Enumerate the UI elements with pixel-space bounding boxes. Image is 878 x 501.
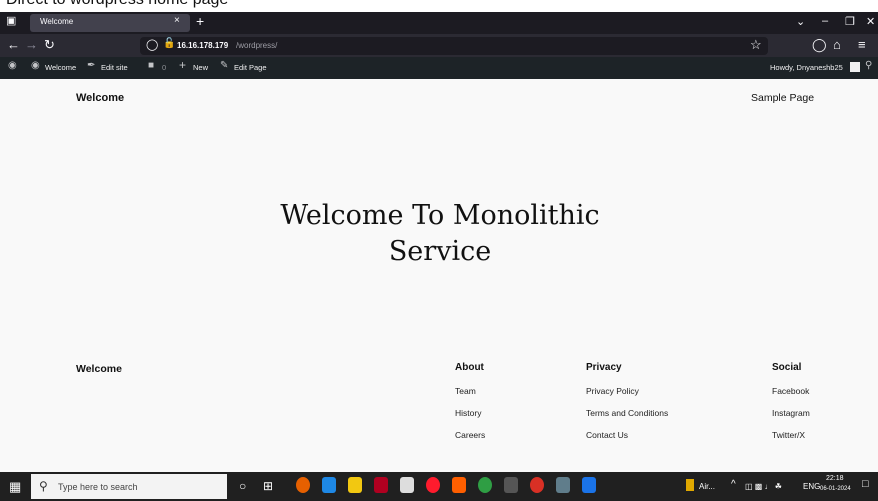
insecure-lock-icon[interactable]: 🔓 [163,38,175,49]
restore-icon[interactable]: ❐ [845,15,855,28]
search-placeholder: Type here to search [58,482,138,492]
hero-line-1: Welcome To Monolithic [280,200,600,231]
office-icon[interactable] [452,477,466,493]
tray-chevron-icon[interactable]: ^ [731,479,736,490]
footer-site-title[interactable]: Welcome [76,363,122,375]
tray-icons[interactable]: ◫ ▩ ♩ ☘ [745,482,782,491]
footer-link-terms[interactable]: Terms and Conditions [586,408,668,418]
back-icon[interactable]: ← [7,37,20,52]
url-host: 16.16.178.179 [177,41,229,50]
reload-icon[interactable]: ↻ [44,37,55,53]
task-view-icon[interactable]: ⊞ [263,479,273,493]
edit-site-link[interactable]: Edit site [101,63,128,72]
footer-link-team[interactable]: Team [455,386,476,396]
footer-link-instagram[interactable]: Instagram [772,408,810,418]
search-icon[interactable]: ⚲ [865,60,872,71]
clock-time[interactable]: 22:18 [826,475,844,482]
url-path: /wordpress/ [236,41,278,50]
weather-label[interactable]: Air... [699,482,715,491]
footer-heading-privacy: Privacy [586,362,622,373]
close-window-icon[interactable]: ✕ [866,15,875,28]
brush-icon: ✒ [87,60,96,71]
wp-admin-bar [0,57,878,79]
hero-heading: Welcome To Monolithic Service [240,198,640,270]
shield-icon[interactable]: ◯ [146,38,158,51]
tab-close-button[interactable]: × [174,15,180,26]
footer-heading-social: Social [772,362,802,373]
url-bar[interactable] [140,37,768,55]
forward-icon[interactable]: → [25,37,38,52]
opera-icon[interactable] [426,477,440,493]
extensions-icon[interactable]: ⌂ [833,37,841,52]
footer-heading-about: About [455,362,484,373]
footer-link-contact[interactable]: Contact Us [586,430,628,440]
clock-date[interactable]: 06-01-2024 [820,486,851,492]
edit-page-link[interactable]: Edit Page [234,63,267,72]
chrome-profile-icon[interactable] [530,477,544,493]
minimize-icon[interactable]: – [822,15,828,27]
store-icon[interactable] [322,477,336,493]
search-icon: ⚲ [39,479,48,493]
nav-sample-page[interactable]: Sample Page [751,92,814,104]
app-icon[interactable] [504,477,518,493]
pencil-icon: ✎ [220,60,229,71]
footer-link-careers[interactable]: Careers [455,430,485,440]
site-title[interactable]: Welcome [76,92,124,104]
comments-icon[interactable]: ■ [148,60,154,71]
windows-start-icon[interactable]: ▦ [9,479,21,495]
footer-link-history[interactable]: History [455,408,481,418]
page-canvas [0,79,878,472]
app-icon[interactable] [556,477,570,493]
site-icon: ◉ [31,60,40,71]
tab-overview-icon[interactable]: ▣ [6,14,16,27]
chrome-icon[interactable] [478,477,492,493]
mail-icon[interactable] [582,477,596,493]
new-tab-button[interactable]: + [196,13,204,29]
list-tabs-icon[interactable]: ⌄ [796,15,805,28]
new-content-link[interactable]: New [193,63,208,72]
avatar[interactable] [850,62,860,72]
tab-title: Welcome [40,17,74,26]
footer-link-facebook[interactable]: Facebook [772,386,809,396]
admin-site-link[interactable]: Welcome [45,63,76,72]
plus-icon: + [179,58,187,72]
bookmark-star-icon[interactable]: ☆ [750,37,762,53]
hero-line-2: Service [388,236,492,267]
firefox-icon[interactable] [296,477,310,493]
comments-count: 0 [162,63,167,72]
weather-icon[interactable] [686,479,694,491]
screenshot-caption: Direct to wordpress home page [0,0,878,12]
language-indicator[interactable]: ENG [803,482,820,491]
footer-link-twitter[interactable]: Twitter/X [772,430,805,440]
menu-icon[interactable]: ≡ [858,37,866,52]
caption-text: Direct to wordpress home page [6,0,228,9]
app-icon[interactable] [400,477,414,493]
pocket-icon[interactable]: ◯ [812,37,827,53]
footer-link-privacy-policy[interactable]: Privacy Policy [586,386,639,396]
wordpress-logo-icon[interactable]: ◉ [8,60,17,71]
notifications-icon[interactable]: □ [862,478,869,490]
howdy-user[interactable]: Howdy, Dnyaneshb25 [770,63,843,72]
file-explorer-icon[interactable] [348,477,362,493]
netflix-icon[interactable] [374,477,388,493]
cortana-icon[interactable]: ○ [239,479,246,493]
